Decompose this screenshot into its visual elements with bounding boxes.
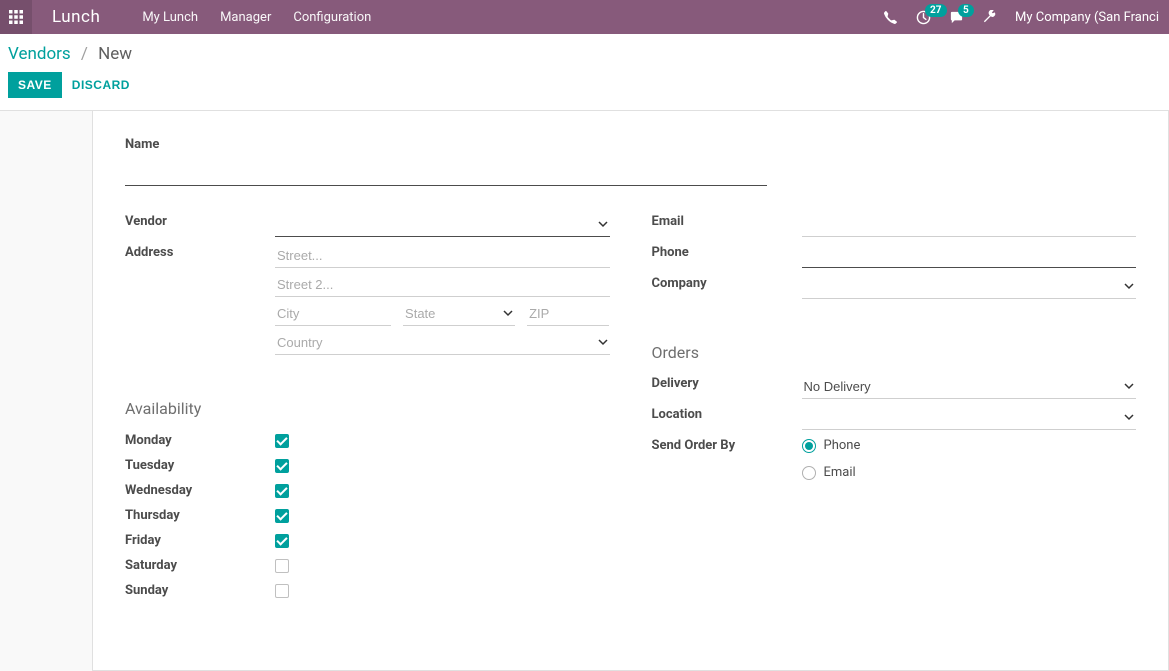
brand[interactable]: Lunch bbox=[32, 7, 124, 27]
availability-row: Wednesday bbox=[125, 478, 610, 503]
activities-badge: 27 bbox=[925, 4, 946, 17]
vendor-label: Vendor bbox=[125, 210, 275, 241]
availability-row: Saturday bbox=[125, 553, 610, 578]
address-label: Address bbox=[125, 241, 275, 359]
availability-day-label: Saturday bbox=[125, 558, 275, 573]
state-input[interactable] bbox=[403, 303, 515, 326]
form-sheet: Name Vendor bbox=[92, 111, 1169, 671]
availability-checkbox-sunday[interactable] bbox=[275, 584, 289, 598]
company-label: Company bbox=[652, 272, 802, 303]
availability-checkbox-monday[interactable] bbox=[275, 434, 289, 448]
company-switcher[interactable]: My Company (San Franci bbox=[1015, 10, 1159, 25]
availability-day-label: Tuesday bbox=[125, 458, 275, 473]
send-order-radio-email[interactable] bbox=[802, 466, 816, 480]
availability-day-label: Wednesday bbox=[125, 483, 275, 498]
discard-button[interactable]: DISCARD bbox=[72, 78, 130, 92]
delivery-input[interactable] bbox=[802, 376, 1137, 399]
email-input[interactable] bbox=[802, 214, 1137, 237]
send-order-radio-label: Phone bbox=[824, 438, 861, 453]
availability-row: Sunday bbox=[125, 578, 610, 603]
availability-checkbox-friday[interactable] bbox=[275, 534, 289, 548]
menu-configuration[interactable]: Configuration bbox=[293, 10, 371, 25]
send-order-radio-phone[interactable] bbox=[802, 439, 816, 453]
city-input[interactable] bbox=[275, 303, 391, 326]
availability-row: Friday bbox=[125, 528, 610, 553]
delivery-label: Delivery bbox=[652, 372, 802, 403]
availability-day-label: Sunday bbox=[125, 583, 275, 598]
availability-day-label: Monday bbox=[125, 433, 275, 448]
orders-title: Orders bbox=[652, 343, 1137, 362]
messages-badge: 5 bbox=[958, 4, 974, 17]
save-button[interactable]: SAVE bbox=[8, 72, 62, 98]
breadcrumb: Vendors / New bbox=[8, 44, 1153, 64]
availability-row: Tuesday bbox=[125, 453, 610, 478]
breadcrumb-separator: / bbox=[81, 44, 88, 64]
zip-input[interactable] bbox=[527, 303, 609, 326]
phone-label: Phone bbox=[652, 241, 802, 272]
availability-row: Monday bbox=[125, 428, 610, 453]
street-input[interactable] bbox=[275, 245, 610, 268]
apps-launcher[interactable] bbox=[0, 0, 32, 34]
topbar: Lunch My Lunch Manager Configuration 27 … bbox=[0, 0, 1169, 34]
apps-grid-icon bbox=[9, 10, 23, 24]
vendor-input[interactable] bbox=[275, 214, 610, 237]
activities-button[interactable]: 27 bbox=[916, 10, 931, 25]
availability-day-label: Thursday bbox=[125, 508, 275, 523]
phone-button[interactable] bbox=[883, 10, 898, 25]
availability-row: Thursday bbox=[125, 503, 610, 528]
phone-input[interactable] bbox=[802, 245, 1137, 268]
systray: 27 5 My Company (San Franci bbox=[883, 10, 1169, 25]
availability-title: Availability bbox=[125, 399, 610, 418]
wrench-icon bbox=[982, 10, 997, 25]
send-order-option: Phone bbox=[802, 438, 1137, 453]
send-order-by-label: Send Order By bbox=[652, 434, 802, 496]
debug-button[interactable] bbox=[982, 10, 997, 25]
email-label: Email bbox=[652, 210, 802, 241]
availability-list: Monday Tuesday Wednesday Thursday Friday Satu… bbox=[125, 428, 610, 603]
breadcrumb-vendors[interactable]: Vendors bbox=[8, 44, 71, 64]
company-input[interactable] bbox=[802, 276, 1137, 299]
messages-button[interactable]: 5 bbox=[949, 10, 964, 25]
send-order-option: Email bbox=[802, 465, 1137, 480]
name-label: Name bbox=[125, 137, 1136, 152]
breadcrumb-current: New bbox=[98, 44, 132, 64]
availability-checkbox-wednesday[interactable] bbox=[275, 484, 289, 498]
menu-manager[interactable]: Manager bbox=[220, 10, 271, 25]
menu-my-lunch[interactable]: My Lunch bbox=[142, 10, 198, 25]
main-menu: My Lunch Manager Configuration bbox=[124, 10, 371, 25]
availability-checkbox-tuesday[interactable] bbox=[275, 459, 289, 473]
location-input[interactable] bbox=[802, 407, 1137, 430]
phone-icon bbox=[883, 10, 898, 25]
availability-day-label: Friday bbox=[125, 533, 275, 548]
country-input[interactable] bbox=[275, 332, 610, 355]
street2-input[interactable] bbox=[275, 274, 610, 297]
name-input[interactable] bbox=[125, 152, 767, 186]
location-label: Location bbox=[652, 403, 802, 434]
availability-checkbox-thursday[interactable] bbox=[275, 509, 289, 523]
control-panel: Vendors / New SAVE DISCARD bbox=[0, 34, 1169, 111]
form-area: Name Vendor bbox=[0, 111, 1169, 671]
availability-checkbox-saturday[interactable] bbox=[275, 559, 289, 573]
send-order-radio-label: Email bbox=[824, 465, 856, 480]
